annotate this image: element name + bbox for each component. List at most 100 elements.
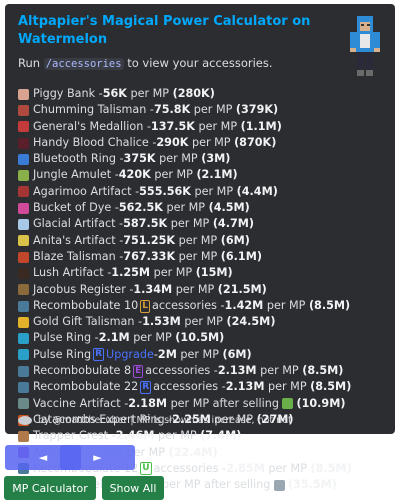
per-mp-label: per MP [256, 364, 303, 378]
per-mp-label: per MP [180, 315, 227, 329]
total-cost: (10.9M) [296, 396, 346, 410]
mp-calculator-button[interactable]: MP Calculator [4, 476, 96, 500]
rarity-tag: E [133, 364, 144, 378]
total-cost: (8.5M) [308, 298, 351, 312]
per-mp-label: per MP [190, 184, 237, 198]
total-cost: (15M) [195, 266, 233, 280]
accessory-row: Anita's Artifact - 751.25K per MP (6M) [18, 233, 385, 249]
accessory-name: General's Medallion - [33, 119, 151, 133]
accessory-name: Glacial Artifact - [33, 217, 124, 231]
accessory-name: Handy Blood Chalice - [33, 135, 157, 149]
per-mp-label: per MP [264, 461, 311, 475]
accessory-icon [18, 300, 29, 312]
accessory-icon [18, 316, 29, 328]
accessory-suffix: accessories - [151, 298, 225, 312]
accessory-name: Bluetooth Ring - [33, 152, 124, 166]
total-cost: (8.5M) [310, 380, 352, 394]
cost-per-mp: 555.56K [139, 184, 191, 198]
accessory-icon [18, 121, 29, 133]
next-page-button[interactable]: ► [60, 445, 135, 470]
accessory-icon [18, 267, 29, 279]
accessory-row: Jungle Amulet - 420K per MP (2.1M) [18, 167, 385, 183]
per-mp-label: per MP [162, 201, 209, 215]
accessory-suffix: accessories - [145, 364, 218, 378]
per-mp-label: per MP [155, 152, 202, 166]
cost-per-mp: 2.13M [225, 380, 265, 394]
accessory-icon [18, 186, 29, 198]
total-cost: (21.5M) [217, 282, 267, 296]
total-cost: (379K) [235, 103, 279, 117]
desc-rest: to view your accessories. [127, 56, 273, 70]
rarity-tag: R [140, 380, 152, 394]
total-cost: (24.5M) [226, 315, 276, 329]
cost-per-mp: 56K [102, 87, 127, 100]
total-cost: (280K) [172, 87, 215, 100]
accessory-row: Glacial Artifact - 587.5K per MP (4.7M) [18, 216, 385, 232]
accessory-row: Recombobulate 8 E accessories - 2.13M pe… [18, 363, 385, 379]
accessory-name: Jungle Amulet - [33, 168, 119, 182]
cost-per-mp: 1.34M [133, 282, 173, 296]
accessory-row: Pulse Ring - 2.1M per MP (10.5M) [18, 330, 385, 346]
cost-per-mp: 2M [157, 347, 177, 361]
footer-text: by @mattthecuber | MP is shown as increa… [38, 415, 292, 426]
embed-footer: by @mattthecuber | MP is shown as increa… [18, 415, 292, 426]
accessory-icon [18, 235, 29, 247]
total-cost: (8.5M) [310, 461, 352, 475]
embed-title: Altpapier's Magical Power Calculator on … [18, 14, 311, 47]
per-mp-label: per MP [263, 298, 309, 312]
accessory-name: Pulse Ring - [33, 331, 99, 345]
rarity-tag: L [140, 299, 150, 313]
accessories-command[interactable]: /accessories [43, 58, 124, 70]
footer-icon [18, 416, 32, 425]
per-mp-label: per MP [194, 119, 241, 133]
accessory-row: Chumming Talisman - 75.8K per MP (379K) [18, 102, 385, 118]
per-mp-label: per MP [190, 103, 236, 117]
cost-per-mp: 1.25M [111, 266, 151, 280]
per-mp-label: per MP [175, 233, 221, 247]
per-mp-label: per MP [176, 347, 223, 361]
total-cost: (2.1M) [196, 168, 238, 182]
show-all-button[interactable]: Show All [102, 476, 164, 500]
total-cost: (4.5M) [208, 201, 250, 215]
accessory-name: Chumming Talisman - [33, 103, 154, 117]
total-cost: (6M) [220, 233, 250, 247]
accessory-row: Handy Blood Chalice - 290K per MP (870K) [18, 135, 385, 151]
accessory-name: Recombobulate 10 [33, 298, 139, 312]
total-cost: (6.1M) [220, 249, 262, 263]
per-mp-label: per MP [172, 282, 218, 296]
accessory-row: General's Medallion - 137.5K per MP (1.1… [18, 119, 385, 135]
rarity-tag: U [140, 462, 152, 476]
cost-per-mp: 2.85M [226, 461, 265, 475]
accessory-row: Recombobulate 22 R accessories - 2.13M p… [18, 379, 385, 395]
cost-per-mp: 587.5K [123, 217, 168, 231]
player-skin-thumbnail [350, 16, 380, 76]
accessory-name: Blaze Talisman - [33, 249, 124, 263]
total-cost: (6M) [222, 347, 252, 361]
total-cost: (7.4M) [200, 429, 242, 443]
total-cost: (4.4M) [236, 184, 278, 198]
accessory-name: Lush Artifact - [33, 266, 112, 280]
per-mp-label: per MP [129, 331, 176, 345]
accessory-icon [18, 381, 29, 393]
accessory-icon [18, 349, 29, 361]
total-cost: (3M) [201, 152, 231, 166]
accessory-name: Anita's Artifact - [33, 233, 124, 247]
accessory-name: Piggy Bank - [33, 87, 103, 100]
cost-per-mp: 75.8K [153, 103, 191, 117]
cost-per-mp: 137.5K [150, 119, 195, 133]
accessory-icon [18, 251, 29, 263]
total-cost: (22.4M) [168, 445, 218, 459]
per-mp-label: per MP [188, 135, 235, 149]
accessory-row: Bluetooth Ring - 375K per MP (3M) [18, 151, 385, 167]
accessory-icon [18, 398, 29, 410]
cost-per-mp: 2.1M [98, 331, 130, 345]
calculator-embed: Altpapier's Magical Power Calculator on … [5, 4, 395, 491]
accessory-name: Gold Gift Talisman - [33, 315, 143, 329]
embed-description: Run /accessories to view your accessorie… [18, 55, 385, 72]
accessory-icon [18, 430, 29, 442]
total-cost: (10.5M) [175, 331, 225, 345]
accessory-icon [18, 219, 29, 231]
accessory-name: Trapper Crest - [33, 429, 116, 443]
accessory-row: Trapper Crest - 2.46M per MP (7.4M) [18, 428, 385, 444]
accessory-list: Piggy Bank - 56K per MP (280K) Chumming T… [18, 86, 385, 493]
